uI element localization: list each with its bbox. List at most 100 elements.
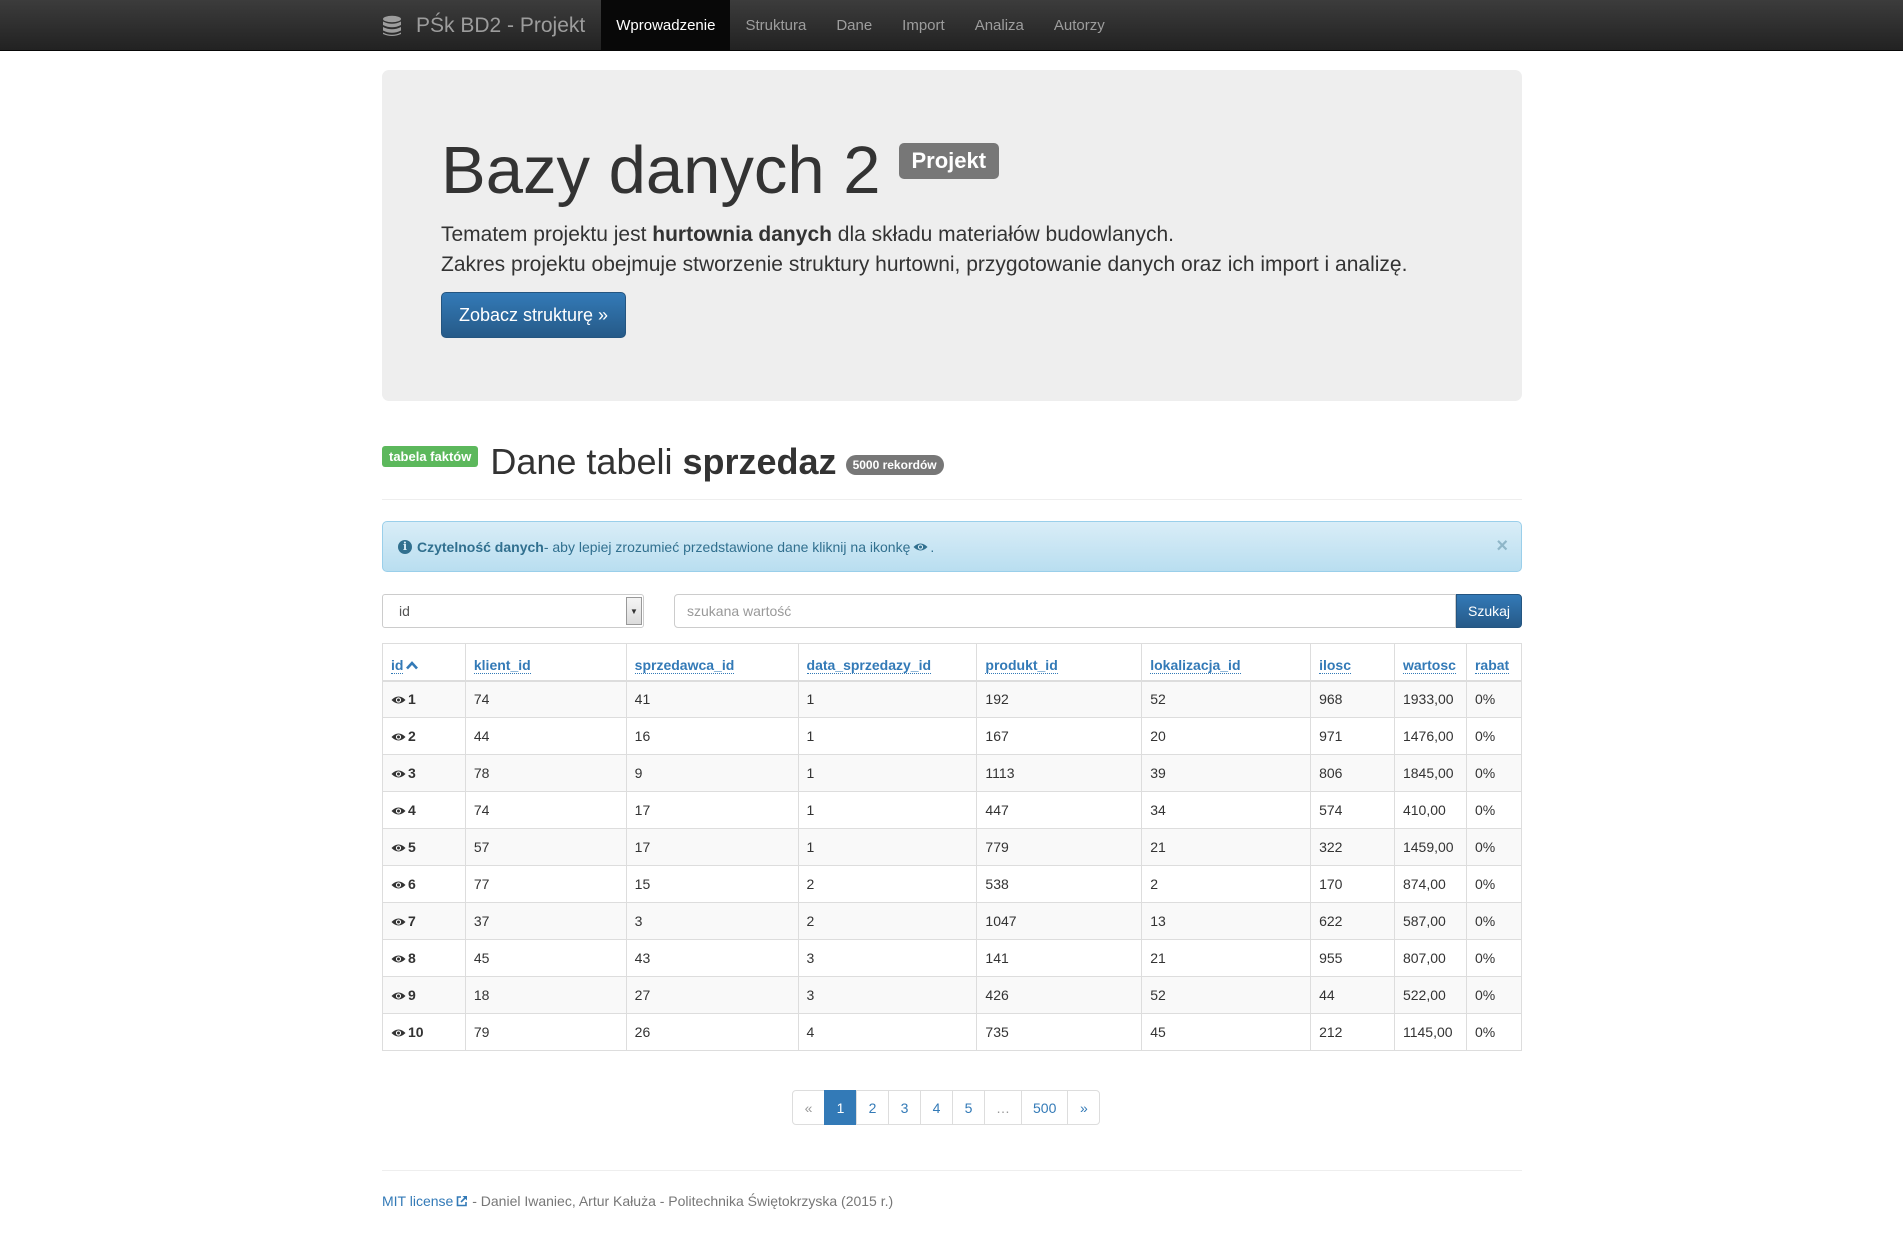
column-header-label[interactable]: ilosc xyxy=(1319,656,1351,674)
cell-sprzedawca-id: 17 xyxy=(625,791,799,829)
nav-item-autorzy[interactable]: Autorzy xyxy=(1039,0,1120,51)
nav-item-struktura[interactable]: Struktura xyxy=(730,0,821,51)
nav-item-analiza[interactable]: Analiza xyxy=(960,0,1039,51)
cell-id[interactable]: 10 xyxy=(382,1013,466,1051)
column-header-data-sprzedazy-id[interactable]: data_sprzedazy_id xyxy=(797,643,978,682)
eye-icon[interactable] xyxy=(391,843,406,853)
cell-value: 57 xyxy=(473,839,490,855)
cell-id[interactable]: 3 xyxy=(382,754,466,792)
cell-id[interactable]: 6 xyxy=(382,865,466,903)
column-header-rabat[interactable]: rabat xyxy=(1465,643,1523,682)
pagination-page-3[interactable]: 3 xyxy=(888,1090,921,1125)
cell-value: 0% xyxy=(1474,839,1496,855)
column-header-label[interactable]: klient_id xyxy=(473,656,531,674)
column-header-produkt-id[interactable]: produkt_id xyxy=(976,643,1143,682)
column-header-ilosc[interactable]: ilosc xyxy=(1310,643,1395,682)
eye-icon[interactable] xyxy=(391,917,406,927)
top-navbar: PŚk BD2 - Projekt Wprowadzenie Struktura… xyxy=(0,0,1903,51)
cell-value: 447 xyxy=(985,802,1009,818)
cell-ilosc: 955 xyxy=(1310,939,1395,977)
chevron-up-icon xyxy=(406,660,419,670)
section-title: Dane tabeli sprzedaz xyxy=(490,440,836,483)
column-header-klient-id[interactable]: klient_id xyxy=(464,643,627,682)
license-link[interactable]: MIT license xyxy=(382,1193,468,1209)
cell-value: 16 xyxy=(634,728,651,744)
cell-lokalizacja-id: 20 xyxy=(1141,717,1312,755)
pagination-page-5[interactable]: 5 xyxy=(952,1090,985,1125)
cell-ilosc: 806 xyxy=(1310,754,1395,792)
close-icon[interactable]: × xyxy=(1496,535,1508,558)
cell-ilosc: 212 xyxy=(1310,1013,1395,1051)
cell-klient-id: 78 xyxy=(464,754,627,792)
column-header-sprzedawca-id[interactable]: sprzedawca_id xyxy=(625,643,799,682)
cell-id[interactable]: 5 xyxy=(382,828,466,866)
cell-value: 0% xyxy=(1474,876,1496,892)
external-link-icon xyxy=(457,1195,468,1207)
cell-produkt-id: 538 xyxy=(976,865,1143,903)
pagination-prev[interactable]: « xyxy=(792,1090,825,1125)
cell-value: 0% xyxy=(1474,728,1496,744)
data-table: id klient_id sprzedawca_id data_sprzedaz… xyxy=(382,643,1523,1051)
nav-item-dane[interactable]: Dane xyxy=(821,0,887,51)
cell-lokalizacja-id: 21 xyxy=(1141,828,1312,866)
cell-value: 538 xyxy=(985,876,1009,892)
column-header-wartosc[interactable]: wartosc xyxy=(1393,643,1467,682)
cell-value: 806 xyxy=(1319,765,1343,781)
pagination-page-2[interactable]: 2 xyxy=(856,1090,889,1125)
nav-item-import[interactable]: Import xyxy=(887,0,960,51)
table-row: 1 74 41 1 192 52 968 1933,00 0% xyxy=(382,680,1523,718)
cell-produkt-id: 1047 xyxy=(976,902,1143,940)
cell-id[interactable]: 9 xyxy=(382,976,466,1014)
info-alert: i Czytelność danych - aby lepiej zrozumi… xyxy=(382,521,1522,572)
eye-icon[interactable] xyxy=(391,769,406,779)
cell-value: 192 xyxy=(985,691,1009,708)
eye-icon[interactable] xyxy=(391,806,406,816)
column-header-label[interactable]: lokalizacja_id xyxy=(1150,656,1241,674)
eye-icon[interactable] xyxy=(391,880,406,890)
eye-icon[interactable] xyxy=(391,991,406,1001)
cell-id[interactable]: 7 xyxy=(382,902,466,940)
cell-value: 1459,00 xyxy=(1402,839,1454,855)
eye-icon[interactable] xyxy=(391,1028,406,1038)
cell-value: 141 xyxy=(985,950,1009,966)
column-header-label[interactable]: wartosc xyxy=(1402,656,1456,674)
column-header-label[interactable]: data_sprzedazy_id xyxy=(806,656,932,674)
cell-value: 7 xyxy=(408,913,416,929)
column-header-label[interactable]: rabat xyxy=(1474,656,1510,674)
cell-sprzedawca-id: 17 xyxy=(625,828,799,866)
cell-id[interactable]: 4 xyxy=(382,791,466,829)
projekt-badge: Projekt xyxy=(898,143,1000,179)
cell-data-sprzedazy-id: 4 xyxy=(797,1013,978,1051)
column-header-label[interactable]: sprzedawca_id xyxy=(634,656,735,674)
cell-value: 3 xyxy=(634,913,643,929)
navbar-brand[interactable]: PŚk BD2 - Projekt xyxy=(382,0,601,51)
cell-value: 574 xyxy=(1319,802,1343,818)
chevron-down-icon[interactable]: ▼ xyxy=(626,597,642,625)
search-button[interactable]: Szukaj xyxy=(1456,594,1522,628)
search-input[interactable]: szukana wartość xyxy=(674,594,1456,628)
cell-value: 74 xyxy=(473,691,490,708)
pagination-next[interactable]: » xyxy=(1067,1090,1101,1125)
cell-id[interactable]: 1 xyxy=(382,680,466,718)
pagination-page-4[interactable]: 4 xyxy=(920,1090,953,1125)
cell-value: 34 xyxy=(1150,802,1166,818)
cell-wartosc: 522,00 xyxy=(1393,976,1467,1014)
footer-text: - Daniel Iwaniec, Artur Kałuża - Politec… xyxy=(468,1193,894,1209)
cell-value: 74 xyxy=(473,802,490,818)
search-column-select[interactable]: id ▼ xyxy=(382,594,644,628)
eye-icon[interactable] xyxy=(391,732,406,742)
column-header-label[interactable]: produkt_id xyxy=(985,656,1058,674)
eye-icon[interactable] xyxy=(391,695,406,705)
column-header-lokalizacja-id[interactable]: lokalizacja_id xyxy=(1141,643,1312,682)
pagination-page-1[interactable]: 1 xyxy=(824,1090,857,1125)
select-value: id xyxy=(399,603,410,619)
cell-id[interactable]: 8 xyxy=(382,939,466,977)
cell-value: 1476,00 xyxy=(1402,728,1454,744)
nav-item-wprowadzenie[interactable]: Wprowadzenie xyxy=(601,0,731,51)
column-header-id[interactable]: id xyxy=(382,643,466,682)
eye-icon[interactable] xyxy=(391,954,406,964)
cell-id[interactable]: 2 xyxy=(382,717,466,755)
see-structure-button[interactable]: Zobacz strukturę » xyxy=(441,292,627,338)
pagination-page-last[interactable]: 500 xyxy=(1021,1090,1069,1125)
column-header-label[interactable]: id xyxy=(391,656,404,674)
